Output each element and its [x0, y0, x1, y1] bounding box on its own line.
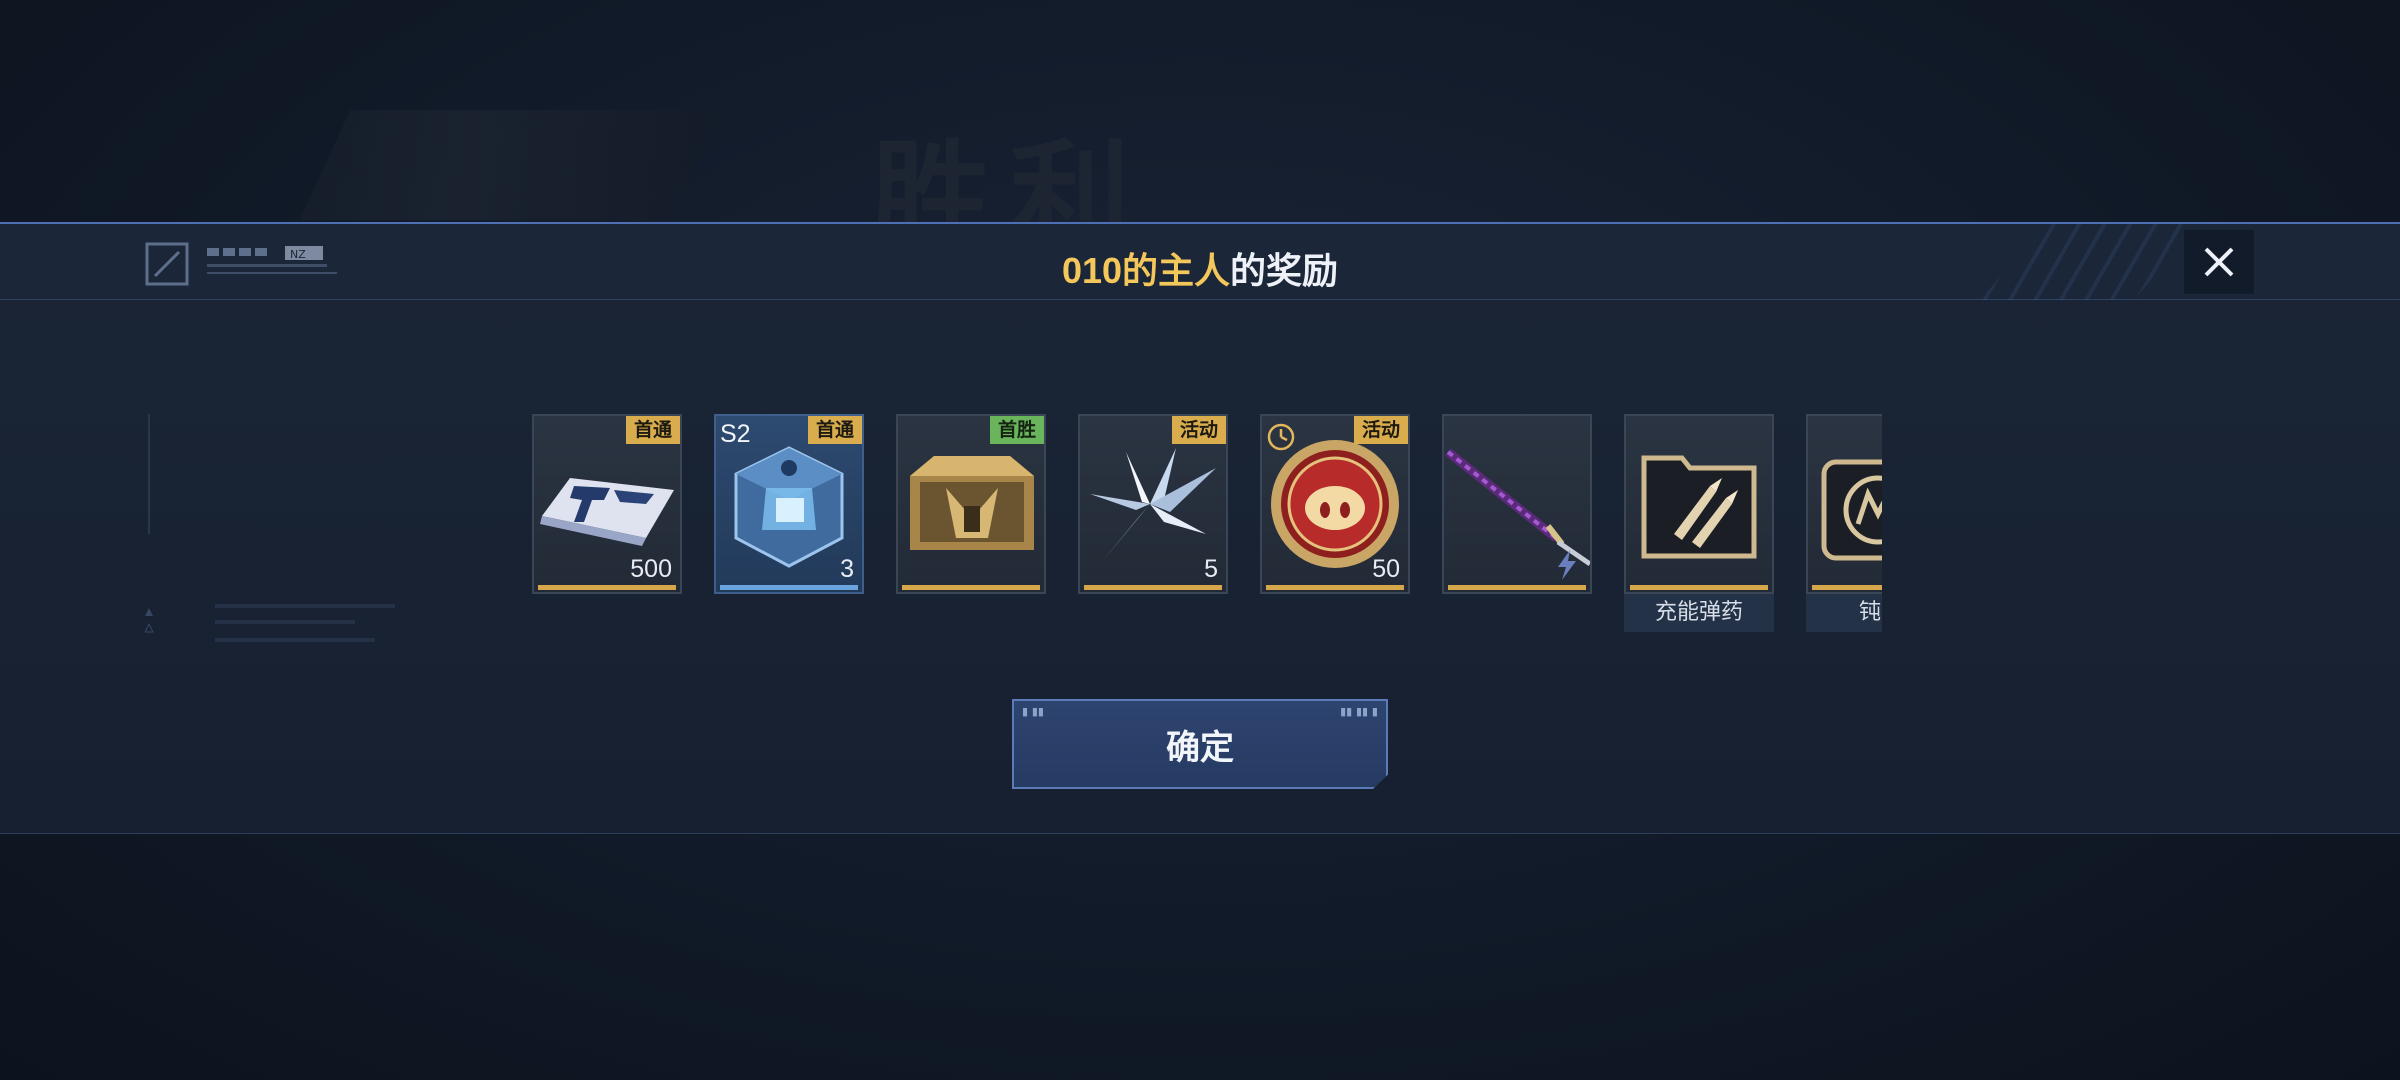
title-player-name: 010的主人 [1061, 250, 1231, 291]
reward-card[interactable]: 活动 50 [1260, 414, 1410, 594]
gold-chest-icon [910, 456, 1034, 550]
reward-item[interactable]: S2 首通 3 [714, 414, 864, 594]
reward-tag: 活动 [1353, 416, 1408, 444]
reward-item[interactable]: 活动 50 [1260, 414, 1410, 594]
reward-card[interactable]: 首胜 [896, 414, 1046, 594]
reward-count: 5 [1204, 555, 1218, 583]
ticket-card-icon [540, 478, 674, 546]
reward-tag: 首通 [625, 416, 680, 444]
reward-card[interactable]: S2 首通 3 [714, 414, 864, 594]
silver-shard-icon [1090, 448, 1216, 564]
reward-item[interactable]: 充能弹药 [1624, 414, 1774, 632]
pig-coin-icon [1271, 440, 1399, 568]
reward-card[interactable] [1806, 414, 1882, 594]
title-suffix: 的奖励 [1230, 250, 1339, 291]
reward-panel: NZ 010的主人的奖励 首通 500 S2 首通 3 首胜 活动 5 活动 5… [0, 222, 2400, 834]
reward-name: 充能弹药 [1624, 594, 1774, 632]
reward-card[interactable]: 首通 500 [532, 414, 682, 594]
reward-tag: 首通 [807, 416, 862, 444]
rarity-bar [902, 585, 1040, 590]
panel-header: NZ 010的主人的奖励 [0, 224, 2400, 300]
rarity-bar [1266, 585, 1404, 590]
rarity-bar [1084, 585, 1222, 590]
panel-title: 010的主人的奖励 [0, 242, 2400, 294]
reward-count: 3 [840, 555, 854, 583]
rarity-bar [1630, 585, 1768, 590]
rarity-bar [1448, 585, 1586, 590]
reward-item[interactable]: 首通 500 [532, 414, 682, 594]
reward-card[interactable] [1624, 414, 1774, 594]
rarity-bar [1812, 585, 1882, 590]
reward-tag: 首胜 [989, 416, 1044, 444]
charged-ammo-icon [1641, 455, 1757, 559]
confirm-deco-left: ▮ ▮▮ [1022, 705, 1044, 718]
reward-name: 钝化 [1806, 594, 1882, 632]
reward-tag: 活动 [1171, 416, 1226, 444]
reward-count: 500 [630, 555, 672, 583]
blue-crystal-cube-icon [734, 446, 844, 568]
rarity-bar [720, 585, 858, 590]
confirm-button[interactable]: ▮ ▮▮ ▮▮ ▮▮ ▮ 确定 [1012, 699, 1388, 789]
reward-card[interactable] [1442, 414, 1592, 594]
rarity-bar [538, 585, 676, 590]
reward-count: 50 [1372, 555, 1400, 583]
reward-card[interactable]: 活动 5 [1078, 414, 1228, 594]
reward-item[interactable]: 钝化 [1806, 414, 1882, 632]
confirm-deco-right: ▮▮ ▮▮ ▮ [1340, 705, 1378, 718]
lightning-icon [1558, 550, 1576, 580]
emblem-icon [1821, 459, 1882, 561]
close-button[interactable] [2184, 230, 2254, 294]
side-decoration [145, 414, 395, 642]
confirm-label: 确定 [1166, 727, 1234, 768]
background-emblem [300, 110, 720, 220]
reward-item[interactable]: 活动 5 [1078, 414, 1228, 594]
close-icon [2204, 247, 2234, 277]
reward-item[interactable] [1442, 414, 1592, 594]
season-label: S2 [720, 420, 751, 448]
reward-item[interactable]: 首胜 [896, 414, 1046, 594]
timer-icon [1267, 423, 1295, 451]
reward-list[interactable]: 首通 500 S2 首通 3 首胜 活动 5 活动 50 充能弹药 钝 [532, 414, 1882, 654]
